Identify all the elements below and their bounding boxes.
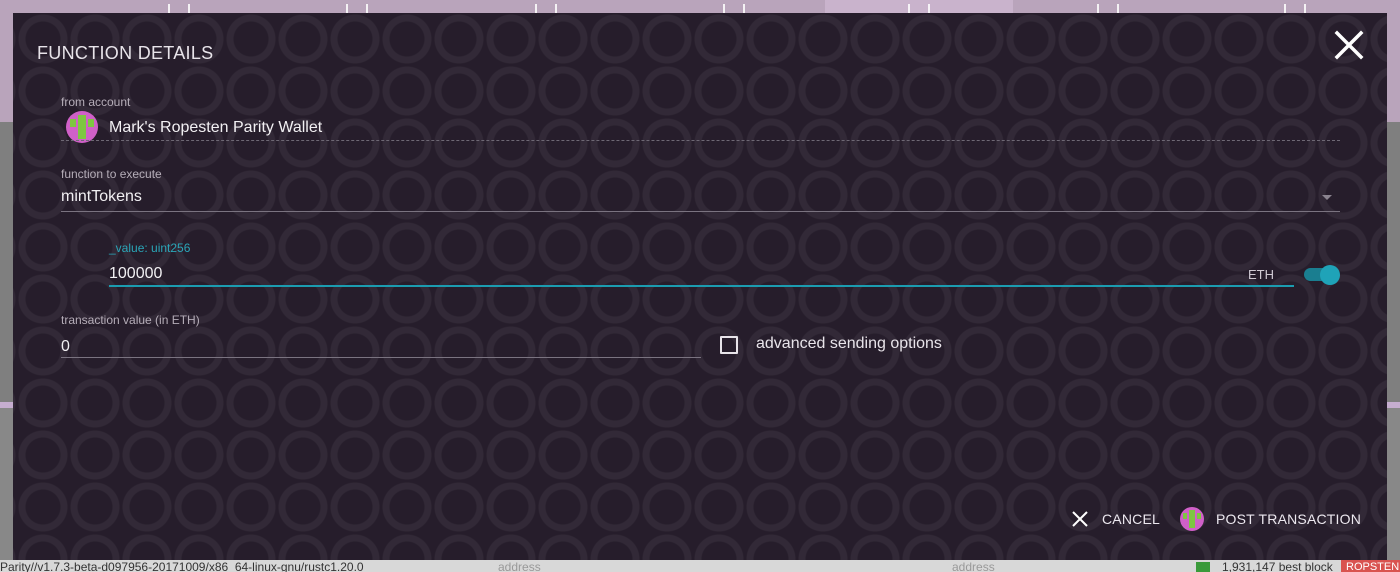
chevron-down-icon[interactable] [1322,195,1332,200]
close-button[interactable] [1331,27,1367,63]
eth-unit-toggle[interactable] [1304,265,1340,285]
address-placeholder: address [952,560,995,572]
param-value-label: _value: uint256 [109,241,191,255]
cancel-label: CANCEL [1102,511,1160,527]
function-details-modal: FUNCTION DETAILS from account Mark's Rop… [13,13,1387,560]
version-text: Parity//v1.7.3-beta-d097956-20171009/x86… [0,560,364,572]
identicon-icon [1180,507,1204,531]
transaction-value-input[interactable] [61,335,701,359]
param-value-underline [109,285,1294,287]
function-underline [61,211,1340,212]
cancel-button[interactable]: CANCEL [1070,507,1160,531]
close-icon [1334,30,1364,60]
post-transaction-label: POST TRANSACTION [1216,511,1362,527]
transaction-value-underline [61,357,701,358]
from-account-value: Mark's Ropesten Parity Wallet [109,119,323,136]
post-transaction-button[interactable]: POST TRANSACTION [1180,507,1361,531]
from-account-underline [61,140,1340,141]
identicon-icon [66,111,98,143]
network-badge: ROPSTEN [1341,560,1400,572]
advanced-options-label[interactable]: advanced sending options [756,335,942,353]
advanced-options-checkbox[interactable] [720,336,738,354]
transaction-value-label: transaction value (in ETH) [61,313,200,327]
best-block-text: 1,931,147 best block [1222,560,1333,572]
modal-title: FUNCTION DETAILS [37,43,214,63]
function-select[interactable]: mintTokens [61,188,142,206]
status-bar: Parity//v1.7.3-beta-d097956-20171009/x86… [0,560,1400,572]
function-label: function to execute [61,167,162,181]
from-account-label: from account [61,95,131,109]
address-placeholder: address [498,560,541,572]
signal-icon [1196,562,1210,572]
param-value-input[interactable] [109,262,1293,286]
close-icon [1072,511,1088,527]
eth-unit-label: ETH [1248,267,1274,282]
